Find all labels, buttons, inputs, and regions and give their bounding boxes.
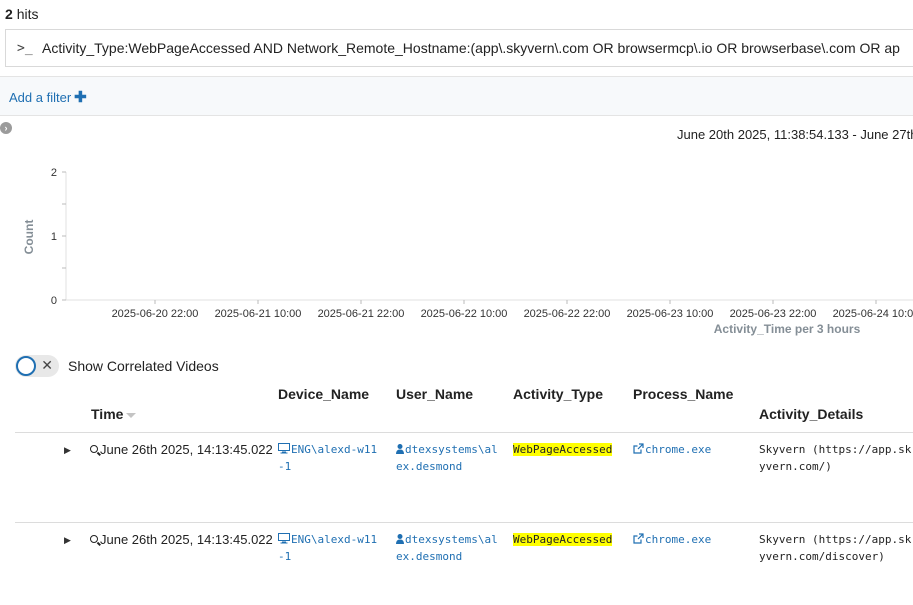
y-tick-label: 0 (51, 295, 57, 307)
activity-type-cell: WebPageAccessed (513, 441, 613, 458)
time-range: June 20th 2025, 11:38:54.133 - June 27th… (677, 127, 913, 142)
x-tick-label: 2025-06-22 10:00 (421, 308, 508, 320)
user-cell[interactable]: dtexsystems\alex.desmond (396, 441, 500, 475)
activity-type-highlight: WebPageAccessed (513, 533, 613, 546)
expand-row-icon[interactable]: ▶ (64, 535, 71, 546)
device-cell[interactable]: ENG\alexd-w11-1 (278, 531, 382, 565)
query-bar[interactable]: >_ Activity_Type:WebPageAccessed AND Net… (5, 29, 913, 67)
time-cell: June 26th 2025, 14:13:45.022 (90, 532, 273, 547)
add-filter-button[interactable]: Add a filter ✚ (9, 88, 87, 106)
toggle-knob (16, 356, 36, 376)
search-icon[interactable] (90, 444, 98, 453)
hits-number: 2 (5, 6, 13, 22)
histogram-svg: Count Activity_Time per 3 hours 0 1 2 2025… (22, 167, 913, 336)
user-icon (396, 534, 404, 544)
process-cell[interactable]: chrome.exe (633, 441, 711, 458)
activity-type-highlight: WebPageAccessed (513, 443, 613, 456)
time-cell: June 26th 2025, 14:13:45.022 (90, 442, 273, 457)
column-header-process[interactable]: Process_Name (633, 386, 733, 402)
device-value: ENG\alexd-w11-1 (278, 533, 378, 563)
details-cell: Skyvern (https://app.skyvern.com/) (759, 443, 912, 473)
y-tick-label: 2 (51, 167, 57, 179)
filter-bar: Add a filter ✚ (0, 76, 913, 116)
column-header-activity-type[interactable]: Activity_Type (513, 386, 603, 402)
sort-caret-icon[interactable] (126, 412, 137, 418)
query-prompt-icon: >_ (17, 40, 33, 56)
process-value: chrome.exe (645, 533, 712, 546)
column-header-details[interactable]: Activity_Details (759, 406, 863, 422)
external-link-icon (633, 533, 644, 544)
process-value: chrome.exe (645, 443, 712, 456)
add-filter-label: Add a filter (9, 89, 72, 105)
activity-type-cell: WebPageAccessed (513, 531, 613, 548)
x-tick-label: 2025-06-23 22:00 (730, 308, 817, 320)
user-icon (396, 444, 404, 454)
column-header-time-label: Time (91, 406, 124, 422)
correlated-videos-label: Show Correlated Videos (68, 358, 219, 374)
collapse-chart-icon[interactable]: › (0, 122, 12, 134)
query-input[interactable]: Activity_Type:WebPageAccessed AND Networ… (42, 40, 900, 56)
plus-icon: ✚ (74, 89, 87, 106)
column-header-device[interactable]: Device_Name (278, 386, 369, 402)
y-tick-label: 1 (51, 231, 57, 243)
details-cell: Skyvern (https://app.skyvern.com/discove… (759, 533, 912, 563)
x-tick-label: 2025-06-22 22:00 (524, 308, 611, 320)
x-tick-label: 2025-06-23 10:00 (627, 308, 714, 320)
user-value: dtexsystems\alex.desmond (396, 443, 498, 473)
row-divider (15, 522, 913, 523)
user-value: dtexsystems\alex.desmond (396, 533, 498, 563)
x-axis-label: Activity_Time per 3 hours (714, 322, 861, 336)
hits-label: hits (16, 6, 39, 22)
column-header-time[interactable]: Time (91, 406, 137, 422)
external-link-icon (633, 443, 644, 454)
expand-row-icon[interactable]: ▶ (64, 445, 71, 456)
search-icon[interactable] (90, 534, 98, 543)
histogram-chart: Count Activity_Time per 3 hours 0 1 2 2025… (0, 150, 913, 345)
monitor-icon (278, 443, 290, 454)
row-divider (15, 432, 913, 433)
user-cell[interactable]: dtexsystems\alex.desmond (396, 531, 500, 565)
x-tick-label: 2025-06-21 10:00 (215, 308, 302, 320)
monitor-icon (278, 533, 290, 544)
x-tick-label: 2025-06-20 22:00 (112, 308, 199, 320)
correlated-videos-row: ✕ Show Correlated Videos (15, 355, 219, 377)
process-cell[interactable]: chrome.exe (633, 531, 711, 548)
x-tick-label: 2025-06-21 22:00 (318, 308, 405, 320)
device-cell[interactable]: ENG\alexd-w11-1 (278, 441, 382, 475)
y-axis-label: Count (22, 220, 36, 255)
column-header-user[interactable]: User_Name (396, 386, 473, 402)
x-tick-label: 2025-06-24 10:00 (833, 308, 913, 320)
time-value: June 26th 2025, 14:13:45.022 (100, 532, 273, 547)
time-value: June 26th 2025, 14:13:45.022 (100, 442, 273, 457)
device-value: ENG\alexd-w11-1 (278, 443, 378, 473)
hits-count: 2 hits (5, 6, 38, 22)
close-icon: ✕ (41, 357, 53, 373)
correlated-videos-toggle[interactable]: ✕ (15, 355, 59, 377)
